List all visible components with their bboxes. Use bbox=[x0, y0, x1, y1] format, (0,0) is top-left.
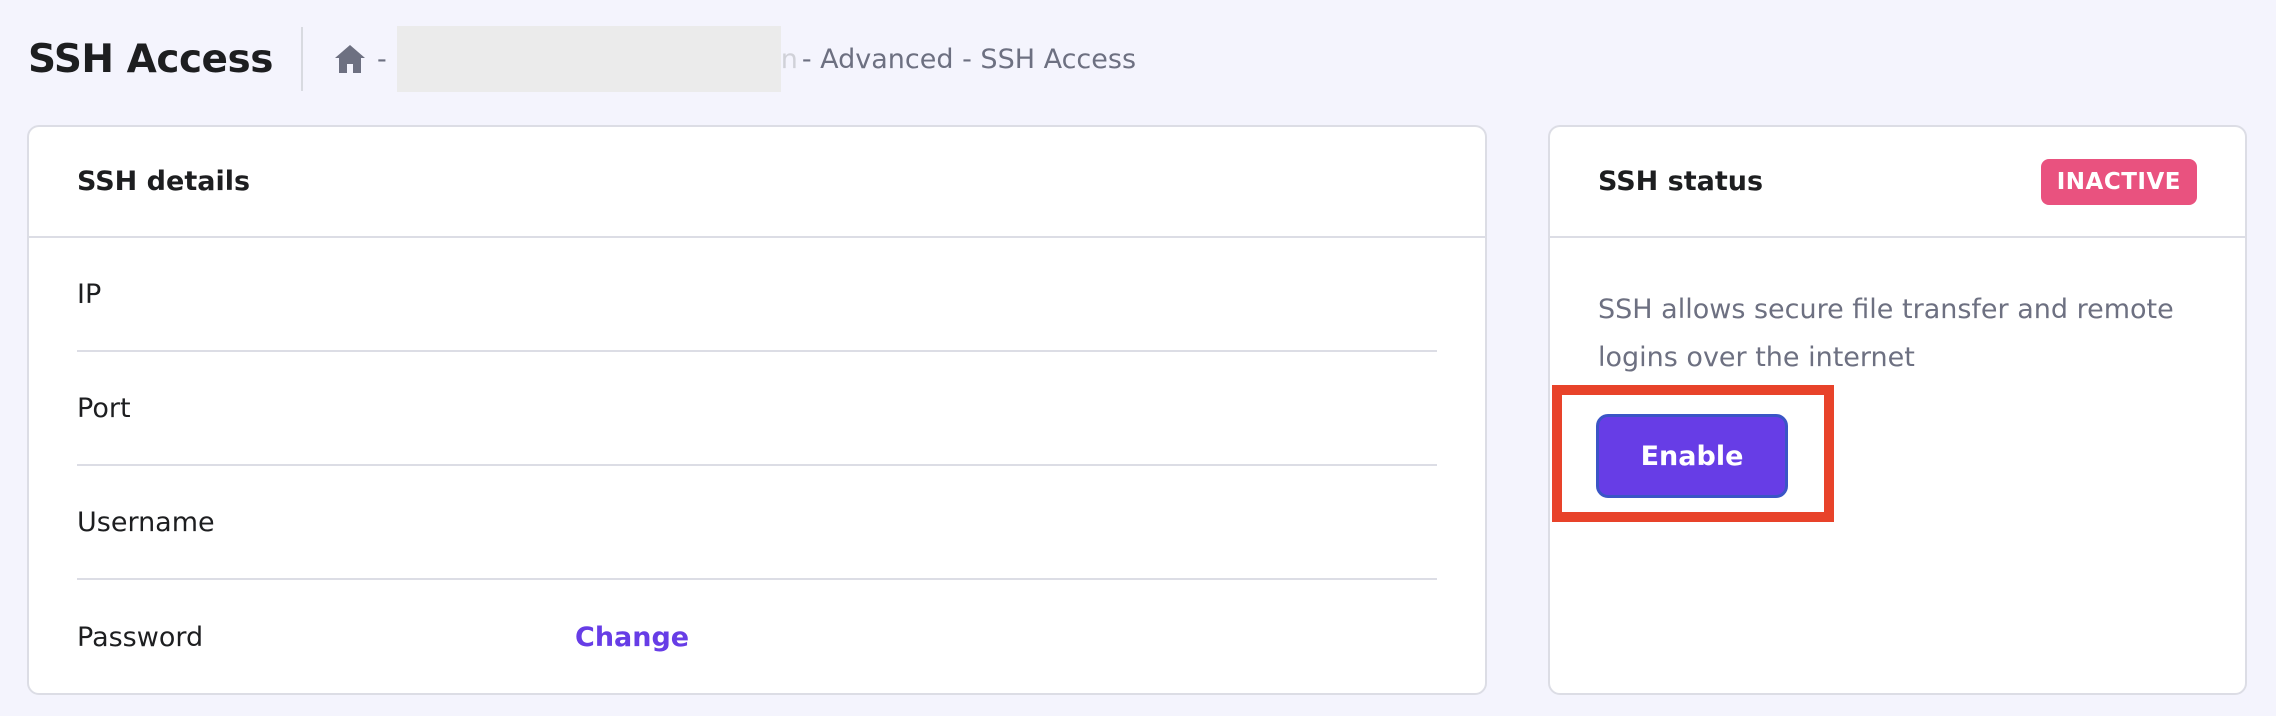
detail-row-ip: IP bbox=[77, 238, 1437, 352]
username-label: Username bbox=[77, 506, 215, 538]
password-label: Password bbox=[77, 621, 204, 653]
ssh-description: SSH allows secure file transfer and remo… bbox=[1598, 294, 2174, 373]
ssh-details-list: IP Port Username Password Change bbox=[29, 238, 1485, 694]
ssh-status-header: SSH status INACTIVE bbox=[1550, 127, 2245, 238]
port-label: Port bbox=[77, 392, 131, 424]
detail-row-password: Password Change bbox=[77, 580, 1437, 694]
ssh-details-card: SSH details IP Port Username Password Ch… bbox=[27, 125, 1487, 695]
title-divider bbox=[300, 27, 303, 91]
ssh-status-body: SSH allows secure file transfer and remo… bbox=[1550, 238, 2245, 382]
detail-row-port: Port bbox=[77, 352, 1437, 466]
detail-row-username: Username bbox=[77, 466, 1437, 580]
home-icon[interactable] bbox=[333, 43, 367, 75]
ssh-details-title: SSH details bbox=[77, 166, 251, 197]
ssh-status-title: SSH status bbox=[1598, 166, 1764, 197]
change-password-link[interactable]: Change bbox=[575, 622, 689, 653]
ip-label: IP bbox=[77, 278, 102, 310]
page-title: SSH Access bbox=[28, 36, 273, 82]
breadcrumb: - n - Advanced - SSH Access bbox=[333, 26, 1136, 92]
ssh-details-header: SSH details bbox=[29, 127, 1485, 238]
breadcrumb-tail: - Advanced - SSH Access bbox=[801, 43, 1137, 75]
enable-button[interactable]: Enable bbox=[1596, 414, 1788, 498]
breadcrumb-separator: - bbox=[376, 43, 387, 75]
status-badge: INACTIVE bbox=[2040, 158, 2197, 205]
breadcrumb-fragment: n bbox=[780, 43, 798, 75]
redacted-breadcrumb-item bbox=[396, 26, 781, 92]
page-header: SSH Access - n - Advanced - SSH Access bbox=[28, 24, 1136, 94]
